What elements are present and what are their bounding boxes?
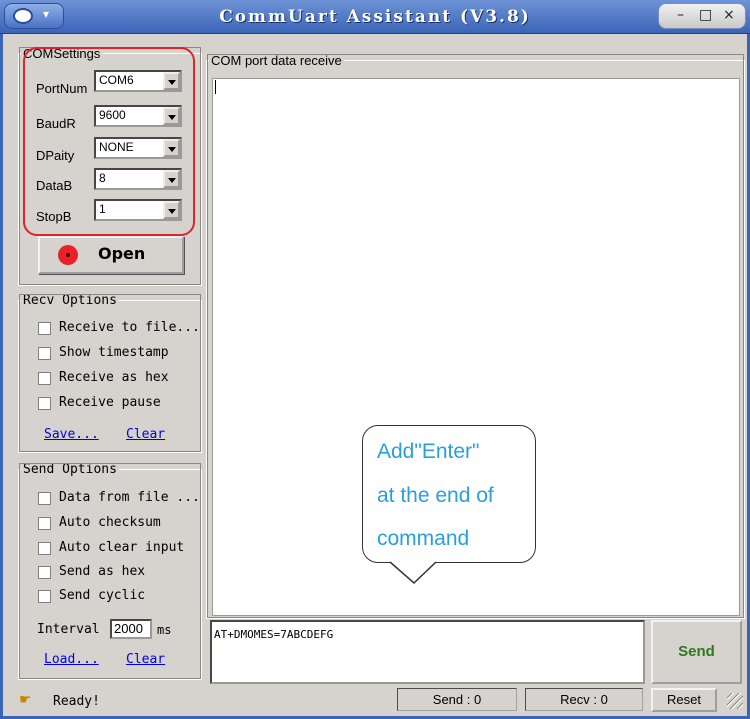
callout-bubble: Add"Enter" at the end of command xyxy=(362,425,536,563)
callout-line-1: Add"Enter" xyxy=(377,440,480,463)
open-port-button[interactable]: Open xyxy=(38,236,184,274)
app-icon xyxy=(13,8,33,24)
interval-label: Interval xyxy=(37,622,100,637)
portnum-select[interactable]: COM6 xyxy=(94,70,182,92)
checkbox-icon[interactable] xyxy=(38,492,51,505)
baudrate-select[interactable]: 9600 xyxy=(94,105,182,127)
checkbox-icon[interactable] xyxy=(38,322,51,335)
chevron-down-icon[interactable] xyxy=(163,139,180,157)
checkbox-icon[interactable] xyxy=(38,397,51,410)
send-options-legend: Send Options xyxy=(23,462,117,477)
minimize-button[interactable]: – xyxy=(677,7,684,23)
save-link[interactable]: Save... xyxy=(44,427,99,442)
checkbox-icon[interactable] xyxy=(38,566,51,579)
receive-to-file-label: Receive to file... xyxy=(59,320,200,335)
chevron-down-icon[interactable] xyxy=(163,201,180,219)
clear-receive-link[interactable]: Clear xyxy=(126,427,165,442)
maximize-button[interactable]: □ xyxy=(699,7,712,23)
chevron-down-icon[interactable] xyxy=(163,72,180,90)
data-from-file-label: Data from file ... xyxy=(59,490,200,505)
text-caret xyxy=(215,80,216,94)
reset-button[interactable]: Reset xyxy=(651,688,717,712)
auto-clear-input-label: Auto clear input xyxy=(59,540,185,555)
send-cyclic-label: Send cyclic xyxy=(59,588,146,603)
portnum-value: COM6 xyxy=(99,73,134,87)
recv-options-legend: Recv Options xyxy=(23,293,117,308)
checkbox-icon[interactable] xyxy=(38,347,51,360)
baudrate-value: 9600 xyxy=(99,108,126,122)
checkbox-icon[interactable] xyxy=(38,542,51,555)
callout-line-3: command xyxy=(377,527,470,550)
load-link[interactable]: Load... xyxy=(44,652,99,667)
callout-line-2: at the end of xyxy=(377,484,494,507)
databits-select[interactable]: 8 xyxy=(94,168,182,190)
receive-pause-label: Receive pause xyxy=(59,395,161,410)
window-title: CommUart Assistant (V3.8) xyxy=(219,7,531,27)
chevron-down-icon: ▾ xyxy=(43,7,50,21)
receive-as-hex-label: Receive as hex xyxy=(59,370,169,385)
close-button[interactable]: × xyxy=(723,7,735,23)
resize-grip-icon[interactable] xyxy=(727,693,743,709)
checkbox-icon[interactable] xyxy=(38,372,51,385)
databits-label: DataB xyxy=(36,178,73,193)
open-port-label: Open xyxy=(98,244,146,263)
parity-value: NONE xyxy=(99,140,134,154)
receive-legend: COM port data receive xyxy=(211,53,342,68)
portnum-label: PortNum xyxy=(36,81,88,96)
checkbox-icon[interactable] xyxy=(38,517,51,530)
title-bar[interactable]: ▾ CommUart Assistant (V3.8) – □ × xyxy=(0,0,750,34)
pointing-hand-icon: ☛ xyxy=(19,692,32,708)
status-text: Ready! xyxy=(53,694,100,709)
send-input[interactable]: AT+DMOMES=7ABCDEFG xyxy=(210,620,645,684)
send-count: Send : 0 xyxy=(397,688,517,711)
clear-send-link[interactable]: Clear xyxy=(126,652,165,667)
send-input-value: AT+DMOMES=7ABCDEFG xyxy=(214,628,334,641)
baudrate-label: BaudR xyxy=(36,116,76,131)
chevron-down-icon[interactable] xyxy=(163,170,180,188)
stopbits-label: StopB xyxy=(36,209,72,224)
callout-tail xyxy=(390,561,437,585)
send-button[interactable]: Send xyxy=(651,620,742,684)
chevron-down-icon[interactable] xyxy=(163,107,180,125)
auto-checksum-label: Auto checksum xyxy=(59,515,161,530)
show-timestamp-label: Show timestamp xyxy=(59,345,169,360)
window-controls: – □ × xyxy=(658,3,746,29)
stopbits-value: 1 xyxy=(99,202,106,216)
parity-select[interactable]: NONE xyxy=(94,137,182,159)
recv-count: Recv : 0 xyxy=(525,688,643,711)
databits-value: 8 xyxy=(99,171,106,185)
parity-label: DPaity xyxy=(36,148,75,163)
system-menu-button[interactable]: ▾ xyxy=(4,3,64,29)
interval-input[interactable]: 2000 xyxy=(110,619,152,639)
status-led-icon xyxy=(58,245,78,265)
send-as-hex-label: Send as hex xyxy=(59,564,146,579)
interval-unit: ms xyxy=(157,623,172,637)
status-bar: ☛ Ready! Send : 0 Recv : 0 Reset xyxy=(3,687,747,716)
checkbox-icon[interactable] xyxy=(38,590,51,603)
stopbits-select[interactable]: 1 xyxy=(94,199,182,221)
